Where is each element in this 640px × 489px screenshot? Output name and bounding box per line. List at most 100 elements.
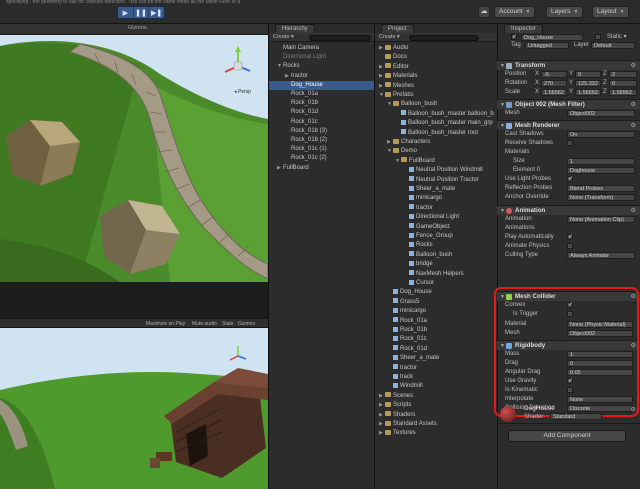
project-item[interactable]: ▶ Meshes	[375, 82, 497, 91]
hierarchy-item[interactable]: Rock_01d	[269, 108, 374, 117]
hierarchy-item[interactable]: ▶ tractor	[269, 72, 374, 81]
project-item[interactable]: tractor	[375, 364, 497, 373]
project-item[interactable]: Rock_01d	[375, 345, 497, 354]
hierarchy-item[interactable]: ▼Rocks	[269, 62, 374, 71]
project-item[interactable]: Balloon_bush_master balloon_b	[375, 110, 497, 119]
hierarchy-item[interactable]: Rock_01b	[269, 99, 374, 108]
hierarchy-search-input[interactable]	[309, 34, 371, 41]
project-item[interactable]: Dog_House	[375, 288, 497, 297]
project-item[interactable]: minicargo	[375, 307, 497, 316]
project-item[interactable]: ▶ Editor	[375, 63, 497, 72]
project-item[interactable]: ▶ Scenes	[375, 392, 497, 401]
project-item[interactable]: ▶ Shaders	[375, 411, 497, 420]
project-item[interactable]: Neutral Position Tractor	[375, 176, 497, 185]
scale-x-field[interactable]: 1.56562	[541, 89, 567, 96]
position-x-field[interactable]: -5	[541, 71, 567, 78]
hierarchy-item[interactable]: Rock_01b (2)	[269, 136, 374, 145]
project-item[interactable]: ▶ Scripts	[375, 401, 497, 410]
tab-hierarchy[interactable]: Hierarchy	[275, 24, 315, 33]
rotation-x-field[interactable]: 270	[541, 80, 567, 87]
project-search-input[interactable]	[409, 34, 479, 41]
project-item[interactable]: ▶ Audio	[375, 44, 497, 53]
project-item[interactable]: ▶ Characters	[375, 138, 497, 147]
active-checkbox[interactable]: ✓	[511, 34, 517, 40]
play-automatically-checkbox[interactable]: ✓	[567, 234, 573, 240]
project-item[interactable]: Rock_01c	[375, 335, 497, 344]
rotation-y-field[interactable]: 125.332	[575, 80, 601, 87]
animations-label[interactable]: Animations	[505, 224, 535, 233]
position-z-field[interactable]: 2	[609, 71, 637, 78]
scene-view[interactable]: Gizmos ◂ Persp	[0, 24, 268, 282]
project-item[interactable]: Rocks	[375, 241, 497, 250]
hierarchy-item[interactable]: Rock_01c (2)	[269, 154, 374, 163]
tag-dropdown[interactable]: Untagged	[525, 42, 569, 49]
project-item[interactable]: Sheer_a_mate	[375, 185, 497, 194]
mesh-filter-mesh-field[interactable]: Object002	[567, 110, 635, 117]
transform-header[interactable]: ▼ Transform ⚙	[497, 60, 640, 70]
scale-y-field[interactable]: 1.56562	[575, 89, 601, 96]
scale-z-field[interactable]: 1.56562	[609, 89, 637, 96]
tab-inspector[interactable]: Inspector	[504, 24, 543, 33]
persp-label[interactable]: ◂ Persp	[234, 89, 251, 95]
cast-shadows-dropdown[interactable]: On	[567, 131, 635, 138]
step-button[interactable]: ▶❚	[149, 7, 164, 18]
rotation-z-field[interactable]: 0	[609, 80, 637, 87]
cloud-icon[interactable]: ☁	[478, 6, 490, 18]
hierarchy-item[interactable]: Main Camera	[269, 44, 374, 53]
project-item[interactable]: Fence_Group	[375, 232, 497, 241]
hierarchy-item[interactable]: Directional Light	[269, 53, 374, 62]
materials-label[interactable]: Materials	[505, 148, 529, 157]
project-item[interactable]: Directional Light	[375, 213, 497, 222]
project-item[interactable]: GameObject	[375, 223, 497, 232]
add-component-button[interactable]: Add Component	[508, 430, 626, 442]
play-button[interactable]: ▶	[118, 7, 134, 18]
receive-shadows-checkbox[interactable]	[567, 140, 573, 146]
project-item[interactable]: Rock_01b	[375, 326, 497, 335]
project-item[interactable]: Sheer_a_mate	[375, 354, 497, 363]
hierarchy-item[interactable]: ▶ FullBoard	[269, 164, 374, 173]
project-item[interactable]: Neutral Position Windmill	[375, 166, 497, 175]
project-item[interactable]: Rock_01a	[375, 317, 497, 326]
project-item[interactable]: NavMesh Helpers	[375, 270, 497, 279]
object-name-field[interactable]: Dog_House	[521, 34, 583, 41]
project-create-button[interactable]: Create ▾	[379, 34, 400, 40]
project-item[interactable]: Balloon_bush	[375, 251, 497, 260]
animate-physics-checkbox[interactable]	[567, 243, 573, 249]
size-field[interactable]: 1	[567, 158, 635, 165]
project-item[interactable]: Windmill	[375, 382, 497, 391]
project-item[interactable]: Grass5	[375, 298, 497, 307]
project-item[interactable]: Doco	[375, 53, 497, 62]
project-item[interactable]: ▼ FullBoard	[375, 157, 497, 166]
static-checkbox[interactable]	[595, 34, 601, 40]
project-item[interactable]: track	[375, 373, 497, 382]
project-item[interactable]: ▼ Demo	[375, 147, 497, 156]
tab-project[interactable]: Project	[381, 24, 414, 33]
culling-type-dropdown[interactable]: Always Animate	[567, 252, 635, 259]
anchor-override-field[interactable]: None (Transform)	[567, 194, 635, 201]
element0-field[interactable]: Doghouse	[567, 167, 635, 174]
hierarchy-item[interactable]: Rock_01c (1)	[269, 145, 374, 154]
hierarchy-item[interactable]: Dog_House	[269, 80, 374, 90]
mute-audio-toggle[interactable]: Mute audio	[192, 321, 217, 327]
project-item[interactable]: ▼ Prefabs	[375, 91, 497, 100]
project-item[interactable]: Balloon_bush_master root	[375, 129, 497, 138]
animation-clip-field[interactable]: None (Animation Clip)	[567, 216, 635, 223]
project-item[interactable]: tractor	[375, 204, 497, 213]
layout-dropdown[interactable]: Layout ▼	[592, 6, 630, 18]
game-view[interactable]	[0, 328, 268, 489]
game-gizmos-dropdown[interactable]: Gizmos	[238, 321, 255, 327]
animation-header[interactable]: ▼ Animation ⚙	[497, 205, 640, 215]
hierarchy-item[interactable]: Rock_01c	[269, 118, 374, 127]
project-item[interactable]: minicargo	[375, 194, 497, 203]
material-gear-icon[interactable]: ⚙	[631, 406, 636, 413]
project-item[interactable]: bridge	[375, 260, 497, 269]
position-y-field[interactable]: 0	[575, 71, 601, 78]
hierarchy-create-button[interactable]: Create ▾	[273, 34, 294, 40]
maximize-on-play-toggle[interactable]: Maximize on Play	[146, 321, 185, 327]
hierarchy-item[interactable]: Rock_01a	[269, 90, 374, 99]
hierarchy-item[interactable]: Rock_01b (3)	[269, 127, 374, 136]
reflection-probes-dropdown[interactable]: Blend Probes	[567, 185, 635, 192]
pause-button[interactable]: ❚❚	[134, 7, 150, 18]
light-probes-checkbox[interactable]: ✓	[567, 176, 573, 182]
mesh-renderer-header[interactable]: ▼ Mesh Renderer ⚙	[497, 120, 640, 130]
